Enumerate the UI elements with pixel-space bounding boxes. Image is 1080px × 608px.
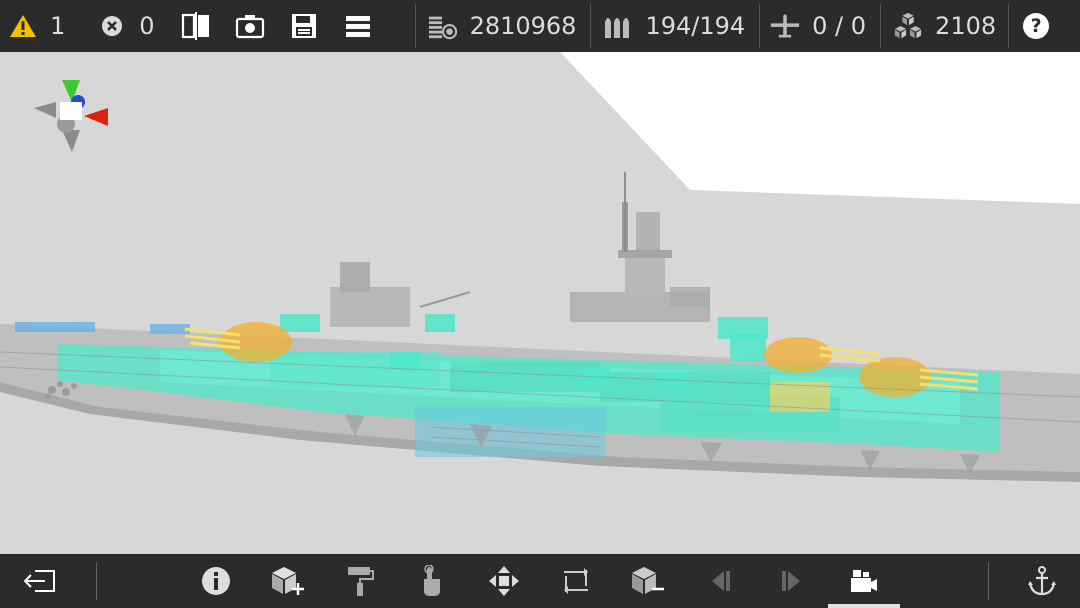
- screenshot-button[interactable]: [223, 0, 277, 52]
- blocks-icon: [893, 11, 923, 41]
- top-toolbar: 1 0 2810968 194/194 0 / 0 2108 ?: [0, 0, 1080, 52]
- help-button[interactable]: ?: [1009, 0, 1063, 52]
- errors-counter[interactable]: 0: [89, 0, 162, 52]
- help-label: ?: [1030, 15, 1042, 37]
- hand-pointer-icon: [424, 565, 440, 596]
- save-icon: [291, 14, 316, 38]
- menu-button[interactable]: [331, 0, 385, 52]
- warnings-count: 1: [50, 12, 66, 40]
- resize-icon: [564, 568, 588, 594]
- blocks-value: 2108: [935, 12, 997, 40]
- select-button[interactable]: [404, 554, 460, 608]
- warnings-counter[interactable]: 1: [0, 0, 73, 52]
- anchor-button[interactable]: [1014, 554, 1070, 608]
- aircraft-counter: 0 / 0: [760, 0, 874, 52]
- remove-block-button[interactable]: [620, 554, 676, 608]
- camera-icon: [235, 15, 264, 39]
- active-tab-indicator: [828, 604, 900, 608]
- paint-roller-icon: [348, 567, 374, 596]
- step-back-icon: [712, 571, 730, 591]
- add-block-icon: [272, 567, 304, 595]
- info-button[interactable]: [188, 554, 244, 608]
- airplane-icon: [770, 11, 800, 41]
- symmetry-icon: [181, 12, 209, 40]
- resize-button[interactable]: [548, 554, 604, 608]
- separator: [96, 562, 97, 600]
- remove-block-icon: [632, 567, 664, 594]
- errors-count: 0: [139, 12, 155, 40]
- bottom-toolbar: [0, 554, 1080, 608]
- error-icon: [97, 11, 127, 41]
- step-forward-icon: [782, 571, 800, 591]
- next-button[interactable]: [764, 554, 820, 608]
- video-camera-icon: [851, 570, 877, 592]
- ammo-counter: 194/194: [591, 0, 753, 52]
- warning-icon: [8, 11, 38, 41]
- move-arrows-icon: [489, 566, 519, 596]
- move-button[interactable]: [476, 554, 532, 608]
- cost-value: 2810968: [469, 12, 577, 40]
- cost-counter: 2810968: [416, 0, 585, 52]
- exit-button[interactable]: [12, 554, 68, 608]
- add-block-button[interactable]: [260, 554, 316, 608]
- camera-mode-button[interactable]: [828, 554, 900, 608]
- ammo-icon: [603, 11, 633, 41]
- info-icon: [202, 567, 230, 595]
- symmetry-button[interactable]: [169, 0, 223, 52]
- paint-button[interactable]: [332, 554, 388, 608]
- 3d-viewport[interactable]: [0, 52, 1080, 554]
- blocks-counter: 2108: [881, 0, 1004, 52]
- exit-icon: [23, 570, 55, 592]
- cost-icon: [428, 11, 458, 41]
- menu-icon: [345, 16, 370, 37]
- anchor-icon: [1028, 566, 1056, 596]
- aircraft-value: 0 / 0: [812, 12, 867, 40]
- ammo-value: 194/194: [645, 12, 746, 40]
- previous-button[interactable]: [692, 554, 748, 608]
- save-button[interactable]: [277, 0, 331, 52]
- separator: [988, 562, 989, 600]
